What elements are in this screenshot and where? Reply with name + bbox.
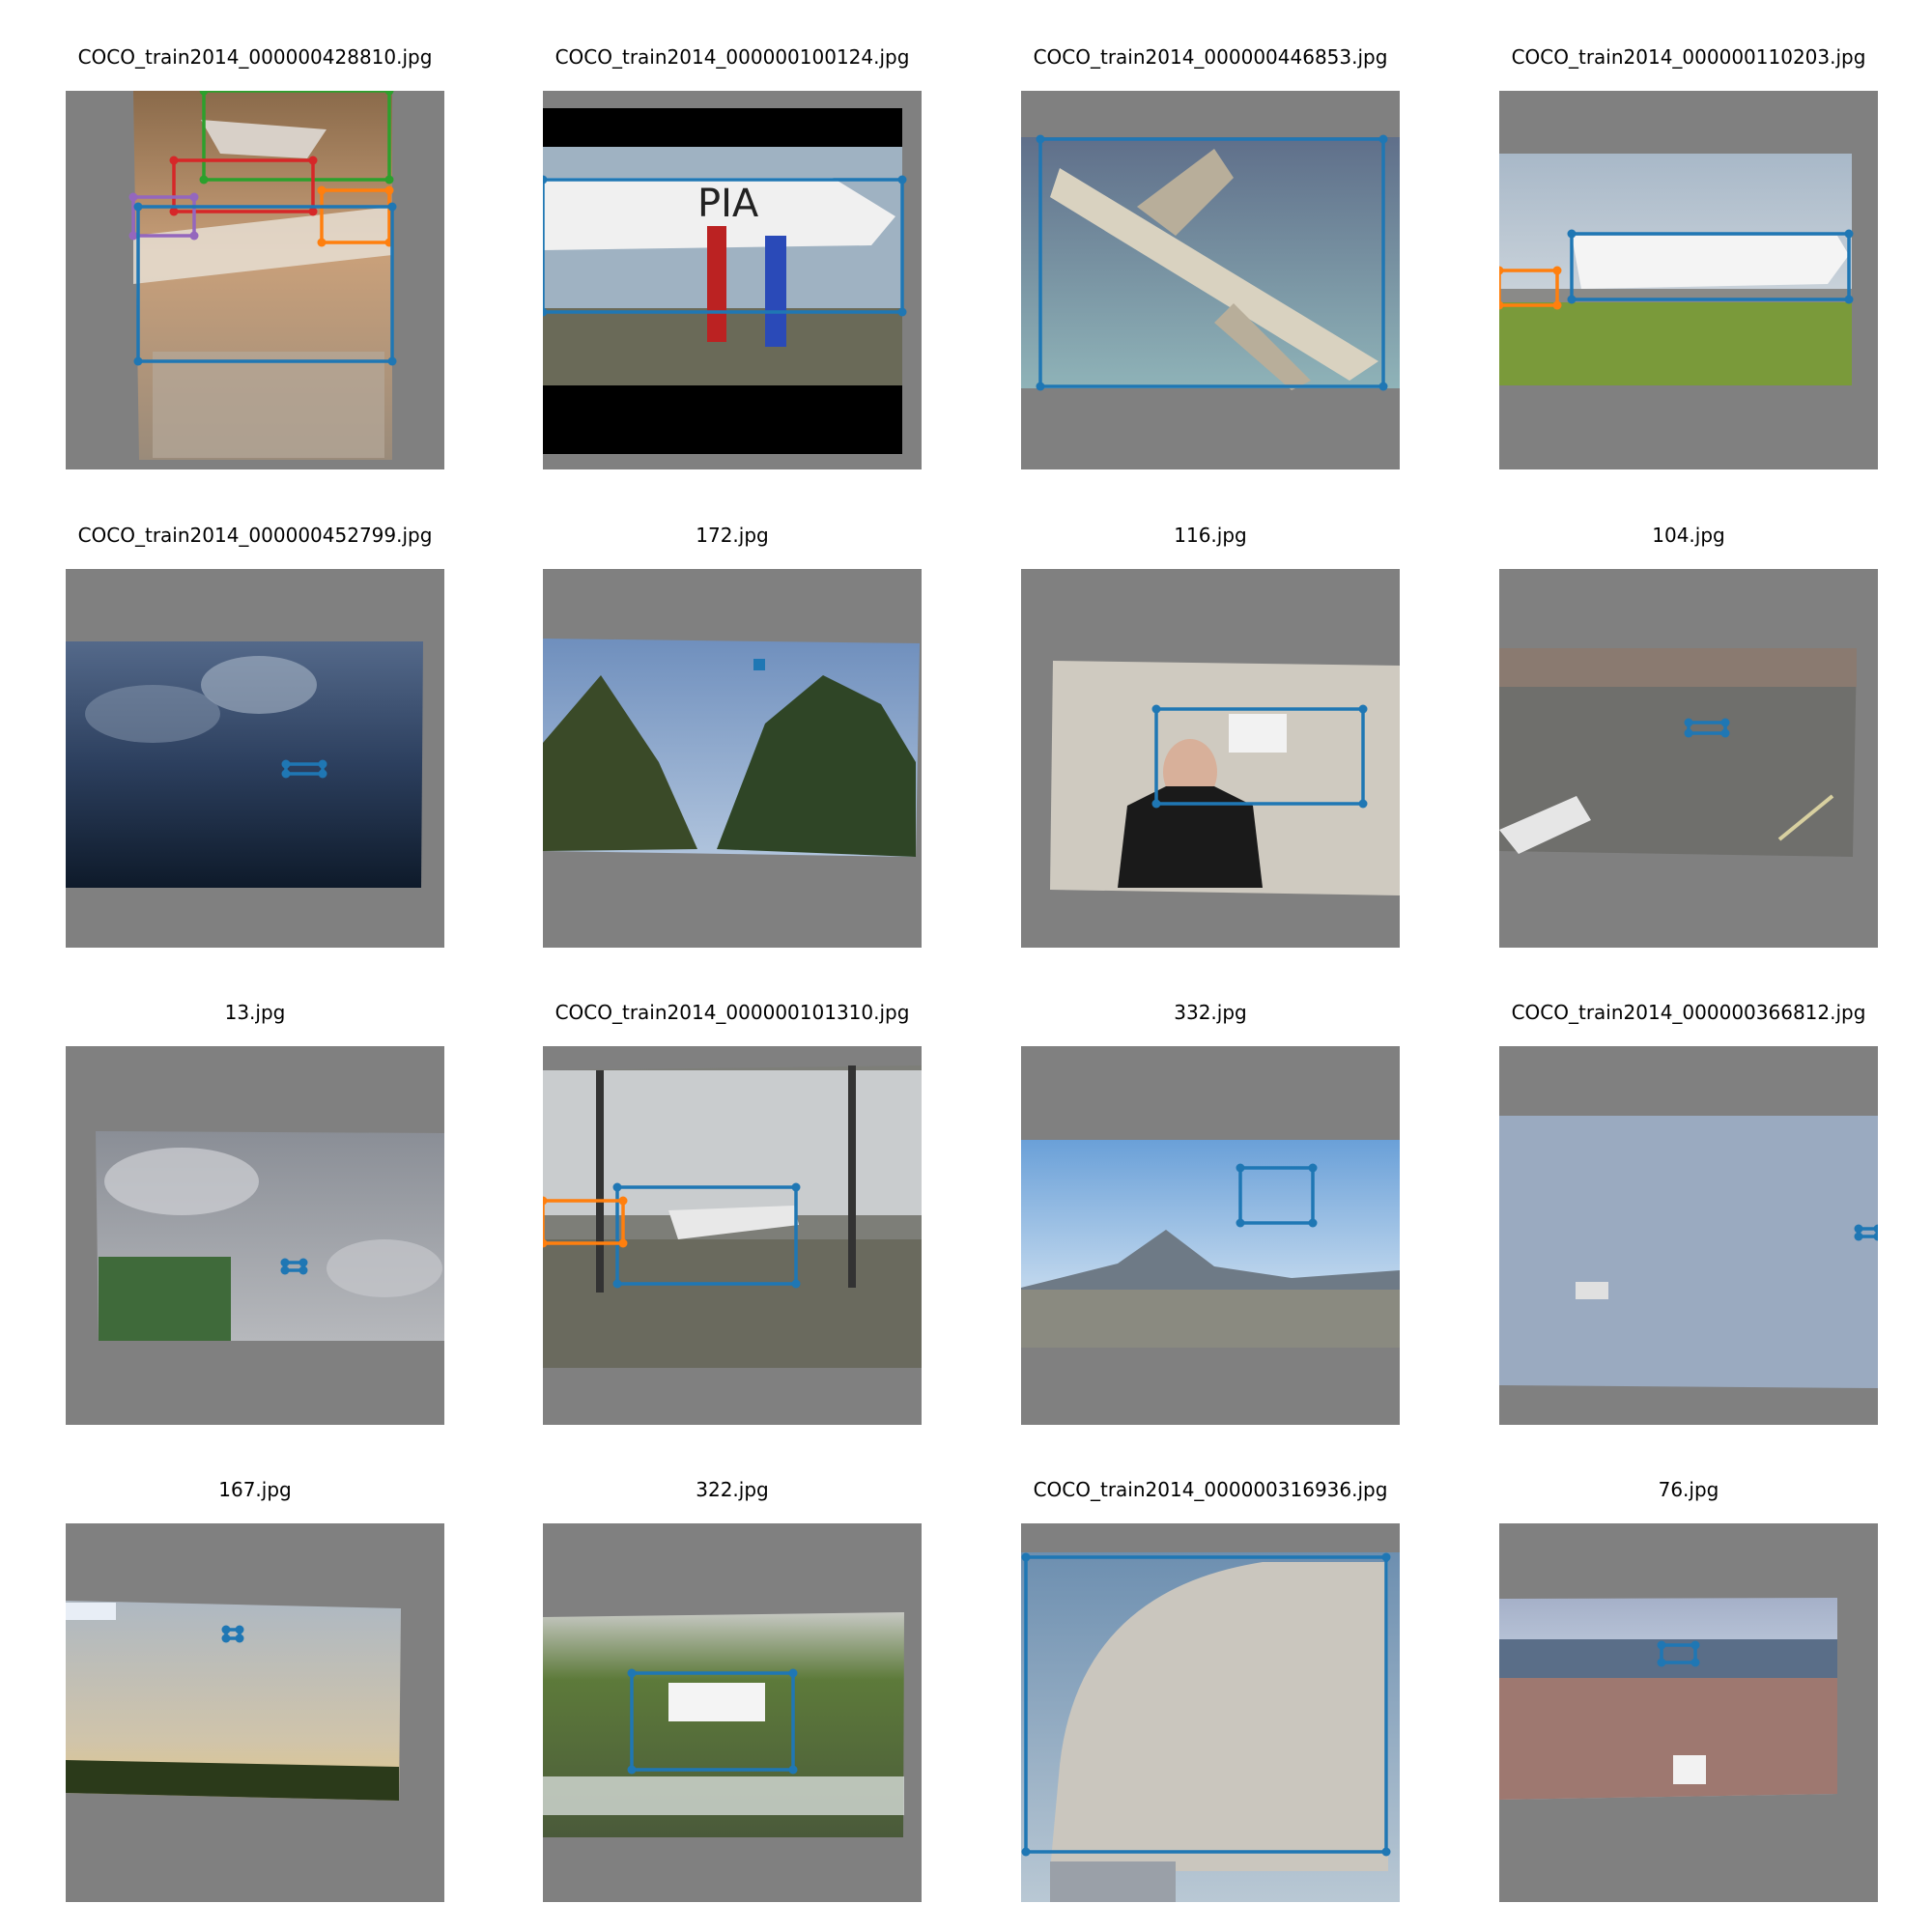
image-cell: 76.jpg (1499, 1475, 1878, 1902)
image-title: COCO_train2014_000000316936.jpg (1033, 1478, 1388, 1501)
image-title: COCO_train2014_000000101310.jpg (554, 1001, 910, 1024)
image-cell: COCO_train2014_000000446853.jpg (1021, 43, 1400, 469)
image-panel (1499, 1523, 1878, 1902)
image-cell: 13.jpg (66, 998, 444, 1425)
image-cell: 322.jpg (543, 1475, 922, 1902)
image-cell: 116.jpg (1021, 521, 1400, 948)
image-panel (1499, 569, 1878, 948)
image-cell: COCO_train2014_000000100124.jpg PIA (543, 43, 922, 469)
image-panel (66, 91, 444, 469)
image-panel (66, 1046, 444, 1425)
image-title: 76.jpg (1658, 1478, 1719, 1501)
image-title: 332.jpg (1174, 1001, 1247, 1024)
image-cell: 172.jpg (543, 521, 922, 948)
image-cell: 167.jpg (66, 1475, 444, 1902)
image-panel (543, 1046, 922, 1425)
box-marker (753, 659, 765, 670)
image-title: 322.jpg (696, 1478, 769, 1501)
image-panel (543, 1523, 922, 1902)
image-title: COCO_train2014_000000110203.jpg (1511, 45, 1866, 69)
image-title: COCO_train2014_000000366812.jpg (1511, 1001, 1866, 1024)
image-cell: COCO_train2014_000000428810.jpg (66, 43, 444, 469)
image-grid: COCO_train2014_000000428810.jpg COCO_trai… (0, 0, 1932, 1932)
image-cell: COCO_train2014_000000452799.jpg (66, 521, 444, 948)
image-cell: COCO_train2014_000000316936.jpg (1021, 1475, 1400, 1902)
image-title: 172.jpg (696, 524, 769, 547)
image-panel (1021, 569, 1400, 948)
image-title: 104.jpg (1652, 524, 1725, 547)
sky-photo (1499, 1116, 1878, 1388)
image-cell: COCO_train2014_000000101310.jpg (543, 998, 922, 1425)
image-cell: 332.jpg (1021, 998, 1400, 1425)
image-panel (543, 569, 922, 948)
image-cell: COCO_train2014_000000366812.jpg (1499, 998, 1878, 1425)
image-panel (1499, 1046, 1878, 1425)
image-panel (66, 569, 444, 948)
image-title: COCO_train2014_000000428810.jpg (77, 45, 433, 69)
image-title: COCO_train2014_000000446853.jpg (1033, 45, 1388, 69)
image-panel (1021, 1046, 1400, 1425)
image-panel (1021, 91, 1400, 469)
image-panel (1499, 91, 1878, 469)
image-panel: PIA (543, 91, 922, 469)
svg-text:PIA: PIA (697, 182, 759, 226)
image-title: 167.jpg (218, 1478, 292, 1501)
image-cell: 104.jpg (1499, 521, 1878, 948)
image-cell: COCO_train2014_000000110203.jpg (1499, 43, 1878, 469)
image-panel (66, 1523, 444, 1902)
image-title: 13.jpg (224, 1001, 286, 1024)
image-title: 116.jpg (1174, 524, 1247, 547)
image-title: COCO_train2014_000000452799.jpg (77, 524, 433, 547)
tablet-screen (99, 1257, 231, 1341)
image-title: COCO_train2014_000000100124.jpg (554, 45, 910, 69)
image-panel (1021, 1523, 1400, 1902)
